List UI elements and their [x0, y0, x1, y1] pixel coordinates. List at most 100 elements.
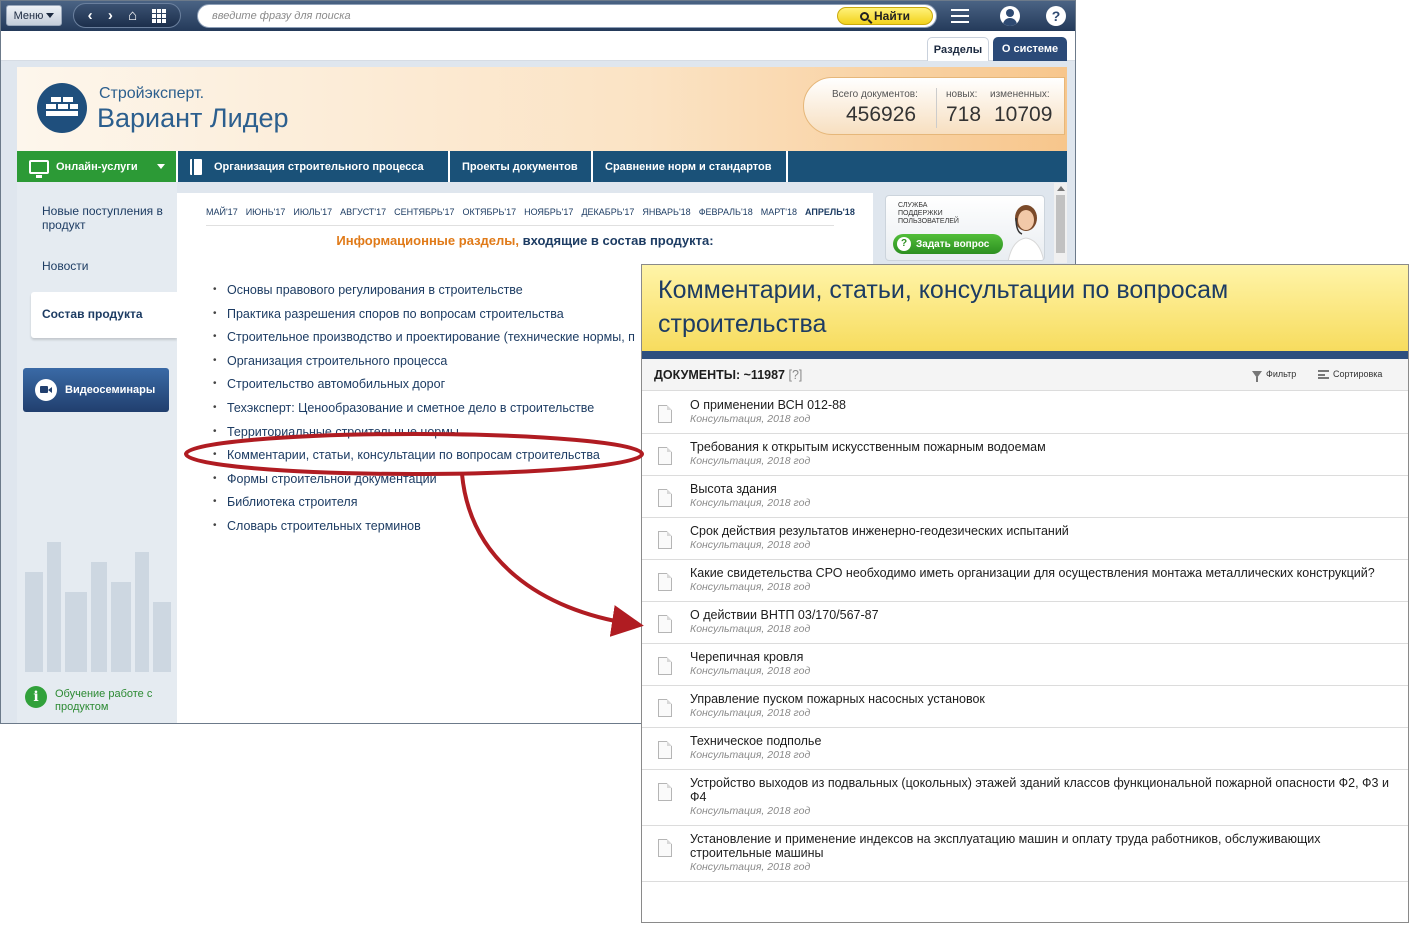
- back-arrow-icon[interactable]: ‹: [88, 8, 93, 23]
- document-stats: Всего документов: 456926 новых: 718 изме…: [803, 77, 1065, 135]
- section-link[interactable]: Практика разрешения споров по вопросам с…: [213, 305, 635, 329]
- user-profile-icon[interactable]: [999, 5, 1021, 27]
- menu-button-label: Меню: [13, 9, 44, 22]
- document-page-icon: [658, 489, 672, 507]
- month-archive-bar: МАЙ'17 ИЮНЬ'17 ИЮЛЬ'17 АВГУСТ'17 СЕНТЯБРЬ'17…: [206, 207, 863, 217]
- document-row[interactable]: Высота здания Консультация, 2018 год: [642, 476, 1408, 518]
- sections-heading-orange: Информационные разделы,: [336, 233, 519, 248]
- section-link[interactable]: Словарь строительных терминов: [213, 517, 635, 541]
- section-link[interactable]: Формы строительной документации: [213, 470, 635, 494]
- documents-list: О применении ВСН 012-88 Консультация, 201…: [642, 392, 1408, 882]
- document-row[interactable]: О действии ВНТП 03/170/567-87 Консультаци…: [642, 602, 1408, 644]
- document-title[interactable]: Черепичная кровля: [690, 650, 1392, 664]
- brand-subtitle: Стройэксперт.: [99, 85, 205, 102]
- month-link[interactable]: ЯНВАРЬ'18: [642, 207, 690, 217]
- month-link[interactable]: АВГУСТ'17: [340, 207, 386, 217]
- video-seminars-label: Видеосеминары: [65, 384, 156, 396]
- sidebar-item-label: Состав продукта: [42, 307, 143, 321]
- document-row[interactable]: Техническое подполье Консультация, 2018 г…: [642, 728, 1408, 770]
- document-row[interactable]: Установление и применение индексов на эк…: [642, 826, 1408, 882]
- sort-button[interactable]: Сортировка: [1318, 369, 1382, 379]
- document-title[interactable]: Управление пуском пожарных насосных уста…: [690, 692, 1392, 706]
- help-icon[interactable]: ?: [1045, 5, 1067, 27]
- document-title[interactable]: Высота здания: [690, 482, 1392, 496]
- tab-sections[interactable]: Разделы: [927, 37, 989, 61]
- forward-arrow-icon[interactable]: ›: [108, 8, 113, 23]
- video-seminars-button[interactable]: Видеосеминары: [23, 368, 169, 412]
- sidebar-item-news[interactable]: Новости: [42, 259, 88, 273]
- document-page-icon: [658, 839, 672, 857]
- apps-grid-icon[interactable]: [152, 8, 167, 23]
- tab-about-system[interactable]: О системе: [993, 37, 1067, 61]
- online-services-menu[interactable]: Онлайн-услуги: [17, 151, 176, 182]
- document-title[interactable]: Срок действия результатов инженерно-геод…: [690, 524, 1392, 538]
- book-icon: [190, 158, 202, 175]
- learn-product-link[interactable]: i Обучение работе с продуктом: [25, 686, 159, 714]
- documents-help-link[interactable]: [?]: [788, 368, 802, 382]
- menu-button[interactable]: Меню: [6, 5, 62, 26]
- document-row[interactable]: Какие свидетельства СРО необходимо иметь…: [642, 560, 1408, 602]
- section-link[interactable]: Организация строительного процесса: [213, 352, 635, 376]
- document-title[interactable]: Устройство выходов из подвальных (цоколь…: [690, 776, 1392, 804]
- online-services-label: Онлайн-услуги: [56, 160, 138, 173]
- document-meta: Консультация, 2018 год: [690, 581, 811, 593]
- info-icon: i: [25, 686, 47, 708]
- document-row[interactable]: О применении ВСН 012-88 Консультация, 201…: [642, 392, 1408, 434]
- search-input[interactable]: [212, 8, 812, 24]
- month-link[interactable]: СЕНТЯБРЬ'17: [394, 207, 454, 217]
- filter-button[interactable]: Фильтр: [1252, 369, 1296, 382]
- section-link[interactable]: Комментарии, статьи, консультации по воп…: [213, 446, 635, 470]
- document-title[interactable]: Какие свидетельства СРО необходимо иметь…: [690, 566, 1392, 580]
- find-button[interactable]: Найти: [837, 7, 933, 25]
- month-link[interactable]: ОКТЯБРЬ'17: [463, 207, 517, 217]
- scrollbar[interactable]: [1054, 183, 1067, 263]
- document-row[interactable]: Требования к открытым искусственным пожа…: [642, 434, 1408, 476]
- document-title[interactable]: О применении ВСН 012-88: [690, 398, 1392, 412]
- month-link[interactable]: НОЯБРЬ'17: [524, 207, 573, 217]
- document-meta: Консультация, 2018 год: [690, 539, 811, 551]
- nav-item-draft-documents[interactable]: Проекты документов: [448, 151, 590, 182]
- document-page-icon: [658, 699, 672, 717]
- document-meta: Консультация, 2018 год: [690, 665, 811, 677]
- document-meta: Консультация, 2018 год: [690, 623, 811, 635]
- month-link[interactable]: МАРТ'18: [761, 207, 797, 217]
- section-link[interactable]: Территориальные строительные нормы: [213, 423, 635, 447]
- section-link[interactable]: Техэксперт: Ценообразование и сметное де…: [213, 399, 635, 423]
- section-link[interactable]: Строительное производство и проектирован…: [213, 328, 635, 352]
- month-link[interactable]: АПРЕЛЬ'18: [805, 207, 855, 217]
- document-page-icon: [658, 783, 672, 801]
- document-meta: Консультация, 2018 год: [690, 455, 811, 467]
- document-row[interactable]: Устройство выходов из подвальных (цоколь…: [642, 770, 1408, 826]
- document-title[interactable]: Установление и применение индексов на эк…: [690, 832, 1392, 860]
- nav-item-norms-comparison[interactable]: Сравнение норм и стандартов: [591, 151, 784, 182]
- section-link[interactable]: Строительство автомобильных дорог: [213, 375, 635, 399]
- document-row[interactable]: Черепичная кровля Консультация, 2018 год: [642, 644, 1408, 686]
- ask-question-button[interactable]: ? Задать вопрос: [893, 234, 1003, 254]
- document-page-icon: [658, 741, 672, 759]
- month-link[interactable]: ФЕВРАЛЬ'18: [699, 207, 753, 217]
- nav-item-organization[interactable]: Организация строительного процесса: [176, 151, 436, 182]
- filter-icon: [1252, 370, 1262, 382]
- section-link[interactable]: Основы правового регулирования в строите…: [213, 281, 635, 305]
- document-title[interactable]: О действии ВНТП 03/170/567-87: [690, 608, 1392, 622]
- month-link[interactable]: ИЮЛЬ'17: [293, 207, 332, 217]
- sidebar-item-new-arrivals[interactable]: Новые поступления в продукт: [42, 204, 172, 232]
- hamburger-menu-icon[interactable]: [949, 5, 971, 27]
- document-title[interactable]: Техническое подполье: [690, 734, 1392, 748]
- document-row[interactable]: Срок действия результатов инженерно-геод…: [642, 518, 1408, 560]
- document-page-icon: [658, 615, 672, 633]
- home-icon[interactable]: ⌂: [128, 8, 137, 23]
- month-link[interactable]: МАЙ'17: [206, 207, 238, 217]
- product-banner: Стройэксперт. Вариант Лидер Всего докуме…: [17, 67, 1067, 151]
- document-page-icon: [658, 573, 672, 591]
- left-sidebar: Новые поступления в продукт Новости Сост…: [17, 182, 177, 723]
- month-link[interactable]: ИЮНЬ'17: [246, 207, 286, 217]
- nav-item-label: Организация строительного процесса: [214, 160, 424, 173]
- document-title[interactable]: Требования к открытым искусственным пожа…: [690, 440, 1392, 454]
- video-camera-icon: [35, 379, 57, 401]
- document-row[interactable]: Управление пуском пожарных насосных уста…: [642, 686, 1408, 728]
- month-link[interactable]: ДЕКАБРЬ'17: [581, 207, 634, 217]
- panel-header-stripe: [642, 351, 1408, 359]
- section-link[interactable]: Библиотека строителя: [213, 493, 635, 517]
- sidebar-item-composition[interactable]: Состав продукта: [31, 292, 177, 338]
